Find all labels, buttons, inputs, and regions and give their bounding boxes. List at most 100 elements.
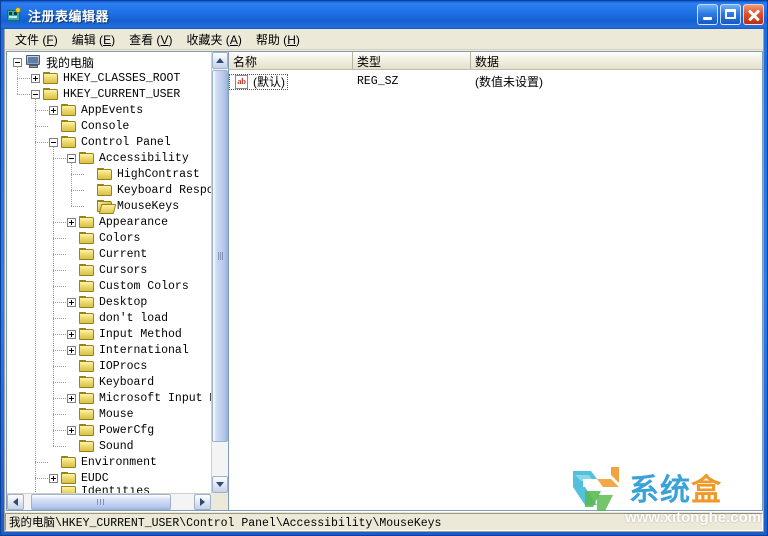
- close-button[interactable]: [743, 4, 764, 25]
- value-name: (默认): [253, 74, 285, 90]
- tree-connector-line: [35, 110, 48, 111]
- tree-item[interactable]: HighContrast: [7, 166, 211, 182]
- column-header-data-label: 数据: [475, 53, 499, 70]
- tree-item-label: 我的电脑: [46, 54, 94, 71]
- tree-connector-line: [53, 158, 66, 159]
- registry-editor-window: 注册表编辑器 文件 (F) 编辑 (E) 查看 (V) 收藏夹 (A) 帮助 (…: [0, 0, 768, 536]
- tree-connector-line: [53, 350, 66, 351]
- string-value-icon: ab: [234, 75, 250, 89]
- expand-plus-icon[interactable]: [67, 346, 76, 355]
- folder-icon: [79, 408, 95, 421]
- tree-scroll-left-button[interactable]: [7, 494, 24, 510]
- menu-view-accel: V: [160, 33, 168, 47]
- tree-item[interactable]: Mouse: [7, 406, 211, 422]
- folder-open-icon: [97, 200, 113, 213]
- menu-favorites-accel: A: [230, 33, 238, 47]
- folder-icon: [61, 136, 77, 149]
- tree-connector-line: [53, 414, 66, 415]
- tree-item[interactable]: Keyboard: [7, 374, 211, 390]
- tree-connector-line: [53, 430, 66, 431]
- split-panes: 我的电脑HKEY_CLASSES_ROOT HKEY_CURRENT_USER Ap…: [5, 50, 763, 511]
- tree-item[interactable]: IOProcs: [7, 358, 211, 374]
- menu-file[interactable]: 文件 (F): [8, 29, 65, 50]
- tree-connector-line: [53, 286, 66, 287]
- value-data: (数值未设置): [475, 73, 543, 90]
- column-header-type[interactable]: 类型: [353, 52, 471, 69]
- tree-item[interactable]: Current: [7, 246, 211, 262]
- tree-expander-spacer: [49, 122, 58, 131]
- tree-item[interactable]: Accessibility: [7, 150, 211, 166]
- tree-expander-spacer: [67, 250, 76, 259]
- tree-item[interactable]: Cursors: [7, 262, 211, 278]
- tree-item[interactable]: Colors: [7, 230, 211, 246]
- tree-item[interactable]: PowerCfg: [7, 422, 211, 438]
- tree-expander-spacer: [67, 266, 76, 275]
- tree-item-label: HKEY_CLASSES_ROOT: [63, 72, 180, 85]
- column-header-name-label: 名称: [233, 53, 257, 70]
- tree-scroll-right-button[interactable]: [194, 494, 211, 510]
- tree-item[interactable]: Keyboard Respo: [7, 182, 211, 198]
- tree-item-label: Accessibility: [99, 152, 189, 165]
- tree-item-label: HKEY_CURRENT_USER: [63, 88, 180, 101]
- tree-item[interactable]: Custom Colors: [7, 278, 211, 294]
- tree-item[interactable]: Microsoft Input D: [7, 390, 211, 406]
- folder-icon: [79, 216, 95, 229]
- tree-connector-line: [53, 446, 66, 447]
- tree-connector-line: [53, 270, 66, 271]
- expand-plus-icon[interactable]: [67, 330, 76, 339]
- tree-scroll-down-button[interactable]: [212, 476, 228, 493]
- folder-icon: [79, 296, 95, 309]
- tree-item-label: AppEvents: [81, 104, 143, 117]
- menu-view[interactable]: 查看 (V): [122, 29, 179, 50]
- tree-hscroll-thumb[interactable]: [31, 494, 171, 510]
- status-path: 我的电脑\HKEY_CURRENT_USER\Control Panel\Acc…: [5, 513, 763, 531]
- tree-expander-spacer: [49, 458, 58, 467]
- tree-expander-spacer: [67, 378, 76, 387]
- tree-item[interactable]: Desktop: [7, 294, 211, 310]
- column-header-name[interactable]: 名称: [229, 52, 353, 69]
- minimize-button[interactable]: [697, 4, 718, 25]
- tree-item-label: Colors: [99, 232, 140, 245]
- tree-item[interactable]: Sound: [7, 438, 211, 454]
- maximize-button[interactable]: [720, 4, 741, 25]
- menu-edit[interactable]: 编辑 (E): [65, 29, 122, 50]
- expand-plus-icon[interactable]: [67, 298, 76, 307]
- tree-item[interactable]: 我的电脑: [7, 54, 211, 70]
- tree-connector-line: [35, 478, 48, 479]
- tree-item-label: Console: [81, 120, 129, 133]
- tree-item[interactable]: don't load: [7, 310, 211, 326]
- tree-item[interactable]: HKEY_CLASSES_ROOT: [7, 70, 211, 86]
- expand-plus-icon[interactable]: [67, 426, 76, 435]
- tree-connector-line: [53, 146, 54, 446]
- expand-plus-icon[interactable]: [67, 394, 76, 403]
- tree-item[interactable]: Input Method: [7, 326, 211, 342]
- tree-item-label: Appearance: [99, 216, 168, 229]
- tree-item[interactable]: Identities: [7, 486, 211, 493]
- expand-plus-icon[interactable]: [31, 74, 40, 83]
- folder-icon: [61, 456, 77, 469]
- tree-item[interactable]: International: [7, 342, 211, 358]
- client-area: 文件 (F) 编辑 (E) 查看 (V) 收藏夹 (A) 帮助 (H) 我的电脑…: [4, 29, 764, 532]
- folder-icon: [61, 120, 77, 133]
- value-type: REG_SZ: [357, 75, 398, 88]
- tree-scroll-up-button[interactable]: [212, 52, 228, 69]
- folder-icon: [97, 184, 113, 197]
- menu-bar: 文件 (F) 编辑 (E) 查看 (V) 收藏夹 (A) 帮助 (H): [5, 29, 763, 50]
- chevron-up-icon: [216, 58, 224, 63]
- expand-plus-icon[interactable]: [67, 218, 76, 227]
- expand-plus-icon[interactable]: [49, 474, 58, 483]
- table-row[interactable]: ab (默认) REG_SZ (数值未设置): [229, 73, 762, 90]
- menu-help[interactable]: 帮助 (H): [249, 29, 307, 50]
- folder-icon: [61, 104, 77, 117]
- menu-help-label: 帮助: [256, 33, 280, 47]
- tree-scroll-thumb[interactable]: [212, 70, 228, 442]
- menu-favorites[interactable]: 收藏夹 (A): [179, 29, 248, 50]
- column-header-data[interactable]: 数据: [471, 52, 762, 69]
- tree-horizontal-scrollbar[interactable]: [7, 493, 211, 510]
- tree-vertical-scrollbar[interactable]: [211, 52, 228, 493]
- tree-item-label: Input Method: [99, 328, 182, 341]
- expand-plus-icon[interactable]: [49, 106, 58, 115]
- tree-item[interactable]: Appearance: [7, 214, 211, 230]
- tree-item[interactable]: HKEY_CURRENT_USER: [7, 86, 211, 102]
- tree-item[interactable]: MouseKeys: [7, 198, 211, 214]
